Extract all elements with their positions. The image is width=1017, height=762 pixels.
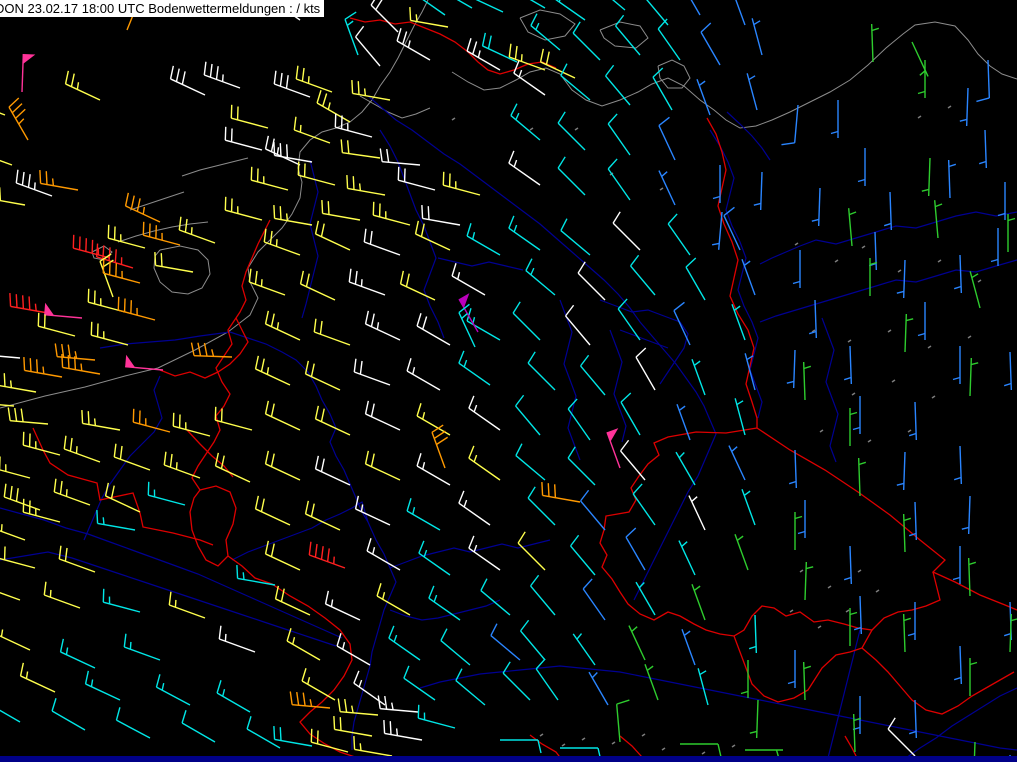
terrain-marks-layer	[451, 105, 982, 755]
country-border-layer	[32, 17, 1017, 761]
coastline-layer	[0, 0, 1017, 409]
map-title: DON 23.02.17 18:00 UTC Bodenwettermeldun…	[0, 1, 321, 16]
titlebar: DON 23.02.17 18:00 UTC Bodenwettermeldun…	[0, 0, 325, 17]
weather-map-screen: DON 23.02.17 18:00 UTC Bodenwettermeldun…	[0, 0, 1017, 762]
wind-barb-map	[0, 0, 1017, 762]
map-frame-bottom-icon	[0, 756, 1017, 762]
wind-barb-layer	[0, 0, 1017, 762]
